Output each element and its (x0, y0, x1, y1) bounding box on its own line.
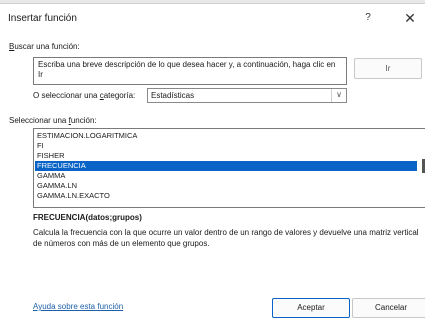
function-list[interactable]: ESTIMACION.LOGARITMICA FI FISHER FRECUEN… (33, 128, 425, 208)
function-item[interactable]: FISHER (35, 151, 417, 161)
function-description: Calcula la frecuencia con la que ocurre … (33, 228, 419, 248)
function-item[interactable]: GAMMA.LN (35, 181, 417, 191)
category-select[interactable]: Estadísticas ∨ (147, 88, 347, 103)
search-label-text: uscar una función: (14, 42, 80, 51)
category-selected-value: Estadísticas (151, 91, 195, 100)
help-button[interactable]: ? (358, 9, 378, 27)
category-label: O seleccionar una categoría: (33, 91, 135, 100)
function-item-selected[interactable]: FRECUENCIA (35, 161, 417, 171)
close-icon: ✕ (404, 10, 416, 26)
function-item[interactable]: ESTIMACION.LOGARITMICA (35, 131, 417, 141)
go-button[interactable]: Ir (354, 58, 422, 79)
search-input[interactable]: Escriba una breve descripción de lo que … (33, 57, 347, 85)
category-label-after: ategoría: (103, 91, 136, 100)
cancel-button[interactable]: Cancelar (352, 298, 425, 318)
close-button[interactable]: ✕ (398, 7, 422, 29)
function-list-label-after: unción: (70, 116, 97, 125)
function-list-label-before: Seleccionar una (9, 116, 69, 125)
function-signature: FRECUENCIA(datos;grupos) (33, 213, 142, 222)
dialog-title: Insertar función (8, 13, 77, 24)
function-item[interactable]: GAMMA (35, 171, 417, 181)
function-item[interactable]: GAMMA.LN.EXACTO (35, 191, 417, 201)
search-label: Buscar una función: (9, 42, 80, 51)
help-link[interactable]: Ayuda sobre esta función (33, 302, 123, 311)
ok-button[interactable]: Aceptar (272, 298, 350, 318)
function-item[interactable]: FI (35, 141, 417, 151)
category-label-before: O seleccionar una (33, 91, 100, 100)
function-list-label: Seleccionar una función: (9, 116, 97, 125)
chevron-down-icon[interactable]: ∨ (331, 89, 346, 102)
title-bar: Insertar función ? ✕ (0, 4, 425, 32)
